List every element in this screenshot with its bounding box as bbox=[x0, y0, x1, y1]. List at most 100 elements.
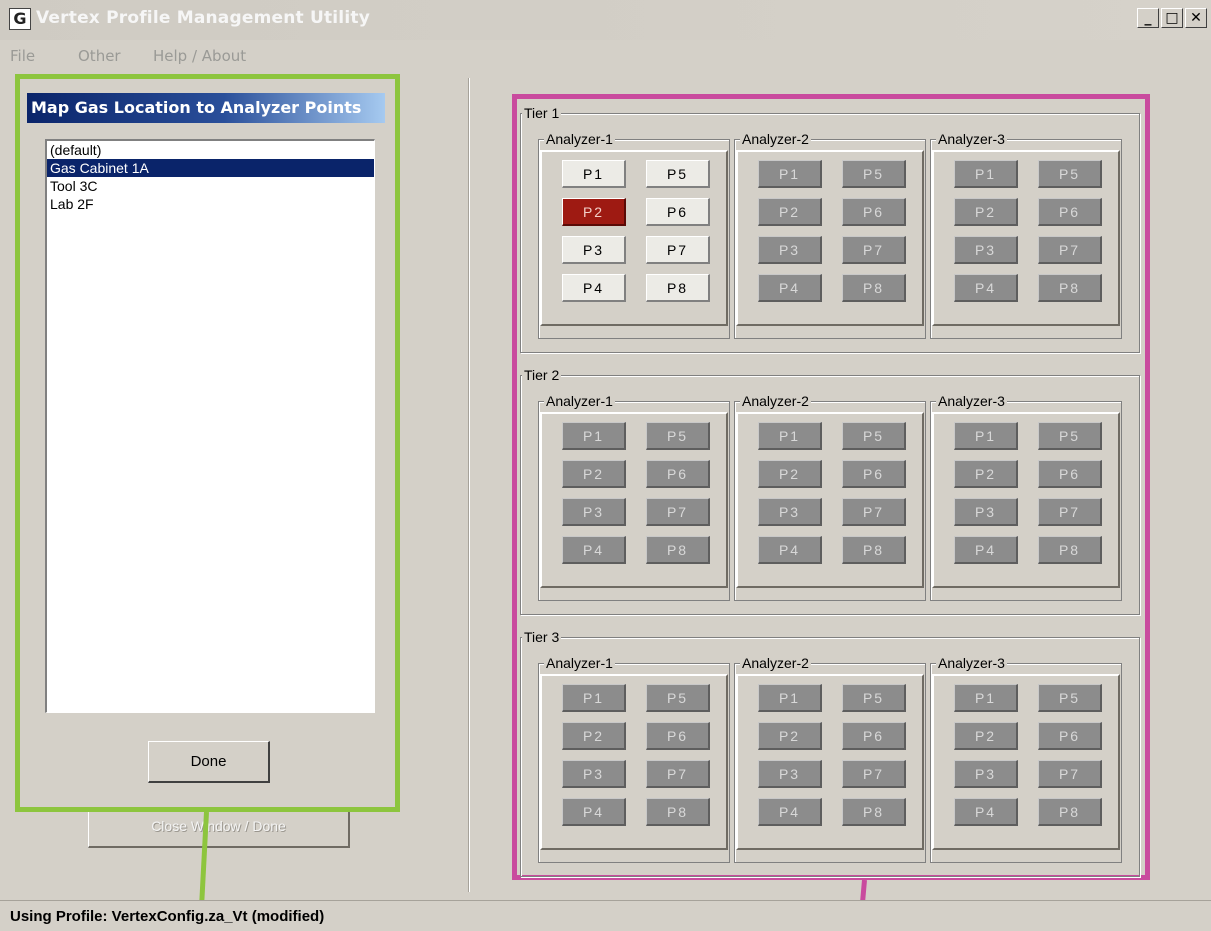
point-button[interactable]: P1 bbox=[562, 422, 626, 450]
point-button[interactable]: P6 bbox=[1038, 198, 1102, 226]
maximize-icon[interactable]: □ bbox=[1161, 8, 1183, 28]
point-button[interactable]: P4 bbox=[758, 536, 822, 564]
point-button[interactable]: P8 bbox=[646, 798, 710, 826]
tier-label: Tier 1 bbox=[522, 104, 562, 122]
done-button[interactable]: Done bbox=[148, 741, 270, 783]
point-button[interactable]: P8 bbox=[646, 536, 710, 564]
analyzer-group: Analyzer-3 P1 P2 P3 P4 P5 P6 P7 P8 bbox=[930, 130, 1124, 348]
point-button[interactable]: P3 bbox=[954, 236, 1018, 264]
point-button[interactable]: P5 bbox=[1038, 684, 1102, 712]
point-button[interactable]: P6 bbox=[842, 198, 906, 226]
point-button[interactable]: P2 bbox=[954, 722, 1018, 750]
point-button[interactable]: P5 bbox=[842, 160, 906, 188]
point-button[interactable]: P1 bbox=[954, 684, 1018, 712]
point-button[interactable]: P2 bbox=[562, 198, 626, 226]
point-button[interactable]: P5 bbox=[1038, 422, 1102, 450]
point-button[interactable]: P8 bbox=[1038, 274, 1102, 302]
point-button[interactable]: P4 bbox=[562, 536, 626, 564]
location-list-item[interactable]: Tool 3C bbox=[47, 177, 374, 195]
app-window: G Vertex Profile Management Utility _ □ … bbox=[0, 0, 1211, 900]
point-button[interactable]: P1 bbox=[758, 160, 822, 188]
point-button[interactable]: P3 bbox=[562, 760, 626, 788]
point-button[interactable]: P7 bbox=[1038, 760, 1102, 788]
point-button[interactable]: P5 bbox=[646, 422, 710, 450]
point-button[interactable]: P5 bbox=[646, 160, 710, 188]
menu-file[interactable]: File bbox=[10, 46, 35, 66]
point-button[interactable]: P2 bbox=[954, 460, 1018, 488]
point-button[interactable]: P7 bbox=[1038, 498, 1102, 526]
point-button[interactable]: P8 bbox=[1038, 536, 1102, 564]
point-button[interactable]: P8 bbox=[646, 274, 710, 302]
point-button[interactable]: P6 bbox=[842, 722, 906, 750]
analyzer-group: Analyzer-1 P1 P2 P3 P4 P5 P6 P7 P8 bbox=[538, 654, 732, 872]
minimize-icon[interactable]: _ bbox=[1137, 8, 1159, 28]
point-button[interactable]: P6 bbox=[646, 460, 710, 488]
point-button[interactable]: P1 bbox=[758, 422, 822, 450]
point-button[interactable]: P7 bbox=[842, 760, 906, 788]
point-button[interactable]: P8 bbox=[842, 536, 906, 564]
point-button[interactable]: P2 bbox=[758, 722, 822, 750]
point-button[interactable]: P6 bbox=[1038, 722, 1102, 750]
point-button[interactable]: P2 bbox=[562, 460, 626, 488]
point-button[interactable]: P4 bbox=[562, 274, 626, 302]
point-button[interactable]: P4 bbox=[758, 274, 822, 302]
point-button[interactable]: P5 bbox=[646, 684, 710, 712]
point-button[interactable]: P1 bbox=[954, 422, 1018, 450]
analyzer-label: Analyzer-3 bbox=[936, 654, 1007, 672]
analyzer-label: Analyzer-3 bbox=[936, 130, 1007, 148]
point-button[interactable]: P2 bbox=[562, 722, 626, 750]
point-button[interactable]: P7 bbox=[842, 236, 906, 264]
point-button[interactable]: P7 bbox=[646, 236, 710, 264]
point-button[interactable]: P8 bbox=[842, 798, 906, 826]
tier-group: Tier 1 Analyzer-1 P1 P2 P3 P4 P5 P6 P7 P8 Analyzer… bbox=[520, 104, 1140, 356]
analyzer-points-panel: P1 P2 P3 P4 P5 P6 P7 P8 bbox=[736, 412, 924, 588]
analyzer-label: Analyzer-2 bbox=[740, 392, 811, 410]
point-button[interactable]: P3 bbox=[954, 760, 1018, 788]
point-button[interactable]: P6 bbox=[1038, 460, 1102, 488]
point-button[interactable]: P5 bbox=[842, 422, 906, 450]
point-button[interactable]: P1 bbox=[758, 684, 822, 712]
point-button[interactable]: P6 bbox=[646, 198, 710, 226]
point-button[interactable]: P4 bbox=[954, 798, 1018, 826]
point-button[interactable]: P5 bbox=[842, 684, 906, 712]
title-bar[interactable]: G Vertex Profile Management Utility _ □ … bbox=[0, 0, 1211, 40]
point-button[interactable]: P3 bbox=[758, 760, 822, 788]
location-listbox[interactable]: (default) Gas Cabinet 1A Tool 3C Lab 2F bbox=[45, 139, 375, 713]
status-bar: Using Profile: VertexConfig.za_Vt (modif… bbox=[0, 900, 1211, 931]
point-button[interactable]: P7 bbox=[842, 498, 906, 526]
point-button[interactable]: P4 bbox=[954, 274, 1018, 302]
analyzer-group: Analyzer-2 P1 P2 P3 P4 P5 P6 P7 P8 bbox=[734, 392, 928, 610]
point-button[interactable]: P6 bbox=[646, 722, 710, 750]
point-button[interactable]: P7 bbox=[1038, 236, 1102, 264]
analyzer-points-panel: P1 P2 P3 P4 P5 P6 P7 P8 bbox=[540, 412, 728, 588]
analyzer-points-panel: P1 P2 P3 P4 P5 P6 P7 P8 bbox=[736, 150, 924, 326]
point-button[interactable]: P2 bbox=[758, 460, 822, 488]
point-button[interactable]: P7 bbox=[646, 498, 710, 526]
point-button[interactable]: P4 bbox=[954, 536, 1018, 564]
point-button[interactable]: P1 bbox=[562, 684, 626, 712]
analyzer-group: Analyzer-1 P1 P2 P3 P4 P5 P6 P7 P8 bbox=[538, 392, 732, 610]
location-list-item[interactable]: (default) bbox=[47, 141, 374, 159]
point-button[interactable]: P3 bbox=[758, 498, 822, 526]
point-button[interactable]: P5 bbox=[1038, 160, 1102, 188]
point-button[interactable]: P4 bbox=[758, 798, 822, 826]
menu-other[interactable]: Other bbox=[78, 46, 121, 66]
point-button[interactable]: P3 bbox=[758, 236, 822, 264]
point-button[interactable]: P2 bbox=[954, 198, 1018, 226]
menu-help-about[interactable]: Help / About bbox=[153, 46, 246, 66]
location-list-item[interactable]: Gas Cabinet 1A bbox=[47, 159, 374, 177]
point-button[interactable]: P3 bbox=[954, 498, 1018, 526]
point-button[interactable]: P6 bbox=[842, 460, 906, 488]
point-button[interactable]: P8 bbox=[842, 274, 906, 302]
point-button[interactable]: P7 bbox=[646, 760, 710, 788]
point-button[interactable]: P3 bbox=[562, 498, 626, 526]
close-icon[interactable]: ✕ bbox=[1185, 8, 1207, 28]
point-button[interactable]: P2 bbox=[758, 198, 822, 226]
point-button[interactable]: P1 bbox=[562, 160, 626, 188]
point-button[interactable]: P4 bbox=[562, 798, 626, 826]
location-list-item[interactable]: Lab 2F bbox=[47, 195, 374, 213]
point-button[interactable]: P1 bbox=[954, 160, 1018, 188]
point-button[interactable]: P3 bbox=[562, 236, 626, 264]
analyzer-points-panel: P1 P2 P3 P4 P5 P6 P7 P8 bbox=[932, 150, 1120, 326]
point-button[interactable]: P8 bbox=[1038, 798, 1102, 826]
